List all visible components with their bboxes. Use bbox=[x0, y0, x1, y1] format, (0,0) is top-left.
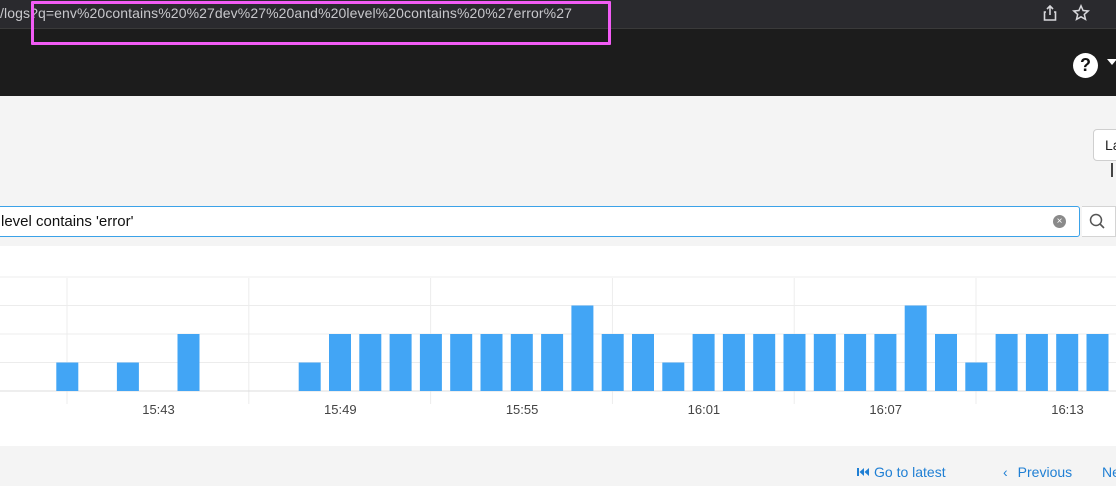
histogram-bar[interactable] bbox=[601, 334, 624, 391]
log-histogram: 15:43 15:49 15:55 16:01 16:07 16:13 bbox=[0, 246, 1116, 446]
histogram-bar[interactable] bbox=[965, 362, 988, 392]
x-tick-label: 16:13 bbox=[1051, 402, 1084, 417]
histogram-bar[interactable] bbox=[571, 305, 594, 392]
previous-label: Previous bbox=[1017, 464, 1073, 480]
histogram-bar[interactable] bbox=[783, 334, 806, 391]
go-to-latest-link[interactable]: Go to latest bbox=[857, 464, 946, 480]
histogram-chart: 15:43 15:49 15:55 16:01 16:07 16:13 bbox=[0, 276, 1116, 417]
histogram-bar[interactable] bbox=[935, 334, 957, 391]
histogram-bar[interactable] bbox=[1086, 334, 1109, 391]
histogram-bar[interactable] bbox=[844, 334, 867, 391]
next-link[interactable]: Ne bbox=[1102, 464, 1116, 480]
histogram-bar[interactable] bbox=[177, 334, 200, 391]
previous-link[interactable]: ‹ Previous bbox=[1003, 464, 1072, 480]
search-button[interactable] bbox=[1082, 206, 1116, 237]
go-to-latest-label: Go to latest bbox=[874, 464, 946, 480]
histogram-bar[interactable] bbox=[298, 362, 321, 392]
clear-icon[interactable]: × bbox=[1053, 215, 1066, 228]
x-tick-label: 15:55 bbox=[506, 402, 539, 417]
x-tick-label: 15:49 bbox=[324, 402, 357, 417]
search-input[interactable] bbox=[1, 207, 1041, 236]
histogram-bar[interactable] bbox=[510, 334, 533, 391]
skip-back-icon bbox=[857, 468, 869, 476]
histogram-bar[interactable] bbox=[116, 362, 139, 392]
histogram-bar[interactable] bbox=[662, 362, 685, 392]
app-header: ? bbox=[0, 28, 1116, 96]
share-icon[interactable] bbox=[1040, 4, 1060, 24]
histogram-bar[interactable] bbox=[56, 362, 79, 392]
url-text[interactable]: /logs?q=env%20contains%20%27dev%27%20and… bbox=[0, 5, 572, 21]
histogram-bar[interactable] bbox=[1056, 334, 1079, 391]
histogram-bar[interactable] bbox=[541, 334, 564, 391]
histogram-bar[interactable] bbox=[904, 305, 927, 392]
histogram-bar[interactable] bbox=[359, 334, 382, 391]
histogram-bar[interactable] bbox=[389, 334, 412, 391]
chevron-left-icon: ‹ bbox=[1003, 464, 1008, 480]
x-tick-label: 15:43 bbox=[142, 402, 175, 417]
histogram-bar[interactable] bbox=[450, 334, 473, 391]
time-range-button[interactable]: La bbox=[1093, 129, 1116, 161]
histogram-bar[interactable] bbox=[692, 334, 715, 391]
histogram-bar[interactable] bbox=[722, 334, 745, 391]
search-icon bbox=[1089, 213, 1105, 229]
histogram-bar[interactable] bbox=[329, 334, 351, 391]
time-range-subtext bbox=[1111, 163, 1116, 177]
search-bar: × bbox=[0, 206, 1080, 237]
histogram-bar[interactable] bbox=[813, 334, 836, 391]
histogram-bar[interactable] bbox=[874, 334, 897, 391]
histogram-bar[interactable] bbox=[1025, 334, 1048, 391]
x-tick-label: 16:07 bbox=[869, 402, 902, 417]
help-button[interactable]: ? bbox=[1073, 53, 1098, 78]
star-icon[interactable] bbox=[1071, 3, 1091, 24]
chevron-down-icon[interactable] bbox=[1107, 59, 1116, 65]
histogram-bar[interactable] bbox=[632, 334, 654, 391]
histogram-bar[interactable] bbox=[753, 334, 776, 391]
pagination-nav: Go to latest ‹ Previous Ne bbox=[0, 454, 1116, 486]
histogram-bar[interactable] bbox=[995, 334, 1018, 391]
logs-content: La × 15:43 15:49 15:55 16:01 16:07 16:13 Go t… bbox=[0, 96, 1116, 486]
x-tick-label: 16:01 bbox=[688, 402, 721, 417]
histogram-bar[interactable] bbox=[419, 334, 442, 391]
browser-address-bar: /logs?q=env%20contains%20%27dev%27%20and… bbox=[0, 0, 1116, 28]
histogram-bar[interactable] bbox=[480, 334, 503, 391]
